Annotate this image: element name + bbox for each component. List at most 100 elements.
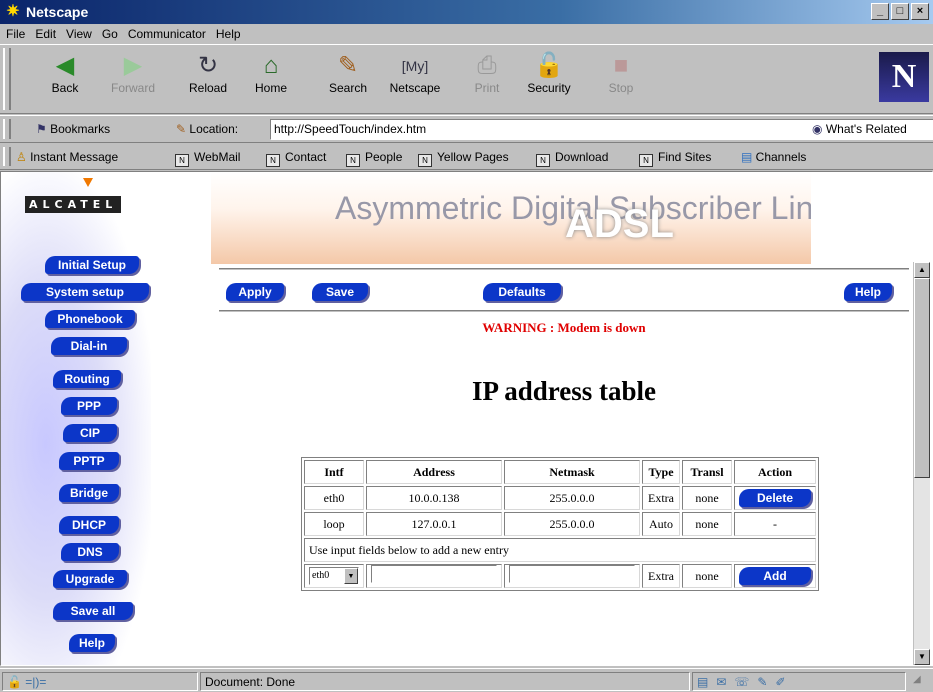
contact-link[interactable]: N Contact	[266, 150, 326, 167]
netmask-cell: 255.0.0.0	[504, 486, 640, 510]
reload-button[interactable]: ↻ Reload	[180, 51, 236, 95]
save-button[interactable]: Save	[312, 283, 368, 301]
nav-routing[interactable]: Routing	[53, 370, 121, 388]
chevron-down-icon[interactable]: ▼	[344, 568, 358, 584]
instant-message-icon: ♙	[16, 150, 31, 164]
menu-view[interactable]: View	[66, 27, 92, 41]
netscape-logo[interactable]: N	[879, 52, 929, 102]
add-button[interactable]: Add	[739, 567, 811, 585]
toolbar-grip[interactable]	[3, 147, 11, 166]
bookmark-page-icon: N	[639, 154, 653, 167]
bookmarks-button[interactable]: ⚑ Bookmarks	[36, 122, 110, 136]
component-bar: ▤✉☏✎✐	[692, 672, 906, 691]
type-cell: Auto	[642, 512, 680, 536]
forward-button[interactable]: ▶ Forward	[105, 51, 161, 95]
security-status-icon[interactable]: 🔓	[7, 675, 22, 689]
bookmark-page-icon: N	[346, 154, 360, 167]
nav-ppp[interactable]: PPP	[61, 397, 117, 415]
nav-help[interactable]: Help	[69, 634, 115, 652]
nav-upgrade[interactable]: Upgrade	[53, 570, 127, 588]
nav-bridge[interactable]: Bridge	[59, 484, 119, 502]
stop-button[interactable]: ■ Stop	[593, 51, 649, 95]
help-button[interactable]: Help	[844, 283, 892, 301]
scroll-up-icon[interactable]: ▲	[914, 262, 930, 278]
home-button[interactable]: ⌂ Home	[243, 51, 299, 95]
action-cell: Delete	[734, 486, 816, 510]
netmask-cell	[504, 564, 640, 588]
sidebar: ALCATEL Initial Setup System setup Phone…	[1, 172, 151, 665]
menu-file[interactable]: File	[6, 27, 25, 41]
menu-help[interactable]: Help	[216, 27, 241, 41]
forward-arrow-icon: ▶	[123, 52, 143, 79]
print-icon: ⎙	[477, 52, 497, 79]
resize-grip-icon[interactable]: ◢	[913, 674, 931, 692]
nav-system-setup[interactable]: System setup	[21, 283, 149, 301]
netscape-app-icon[interactable]: ✷	[4, 3, 22, 21]
scroll-down-icon[interactable]: ▼	[914, 649, 930, 665]
column-header: Transl	[682, 460, 732, 484]
close-button[interactable]: ×	[911, 3, 929, 20]
toolbar-grip[interactable]	[3, 119, 11, 139]
find-sites-link[interactable]: N Find Sites	[639, 150, 711, 167]
nav-phonebook[interactable]: Phonebook	[45, 310, 135, 328]
status-text: Document: Done	[200, 672, 690, 691]
back-button[interactable]: ◀ Back	[37, 51, 93, 95]
people-link[interactable]: N People	[346, 150, 402, 167]
location-icon: ✎	[176, 122, 190, 136]
intf-select[interactable]: eth0 ▼	[309, 567, 359, 585]
editor-icon[interactable]: ✐	[775, 675, 793, 689]
transl-cell: none	[682, 486, 732, 510]
security-button[interactable]: 🔓 Security	[521, 51, 577, 95]
banner-adsl-text: ADSL	[565, 202, 674, 246]
scroll-thumb[interactable]	[914, 278, 930, 478]
security-lock-icon: 🔓	[534, 52, 564, 79]
adsl-banner: Asymmetric Digital Subscriber Line ADSL	[211, 172, 811, 264]
vertical-scrollbar[interactable]: ▲ ▼	[913, 262, 930, 665]
nav-dhcp[interactable]: DHCP	[59, 516, 119, 534]
delete-button[interactable]: Delete	[739, 489, 811, 507]
messenger-icon[interactable]: ☏	[734, 675, 757, 689]
search-button[interactable]: ✎ Search	[320, 51, 376, 95]
menu-edit[interactable]: Edit	[35, 27, 56, 41]
minimize-button[interactable]: _	[871, 3, 889, 20]
defaults-button[interactable]: Defaults	[483, 283, 561, 301]
maximize-button[interactable]: □	[891, 3, 909, 20]
column-header: Netmask	[504, 460, 640, 484]
modem-warning: WARNING : Modem is down	[482, 320, 646, 335]
column-header: Intf	[304, 460, 364, 484]
nav-initial-setup[interactable]: Initial Setup	[45, 256, 139, 274]
location-toolbar: ⚑ Bookmarks ✎ Location: http://SpeedTouc…	[0, 115, 933, 143]
webmail-link[interactable]: N WebMail	[175, 150, 240, 167]
yellow-pages-link[interactable]: N Yellow Pages	[418, 150, 509, 167]
new-entry-row: eth0 ▼ Extra none Add	[304, 564, 816, 588]
download-link[interactable]: N Download	[536, 150, 608, 167]
navigator-icon[interactable]: ▤	[697, 675, 716, 689]
menu-go[interactable]: Go	[102, 27, 118, 41]
composer-icon[interactable]: ✎	[757, 675, 775, 689]
connection-status-icon[interactable]: =|)=	[25, 675, 46, 689]
table-row: eth0 10.0.0.138 255.0.0.0 Extra none Del…	[304, 486, 816, 510]
print-button[interactable]: ⎙ Print	[459, 51, 515, 95]
bookmark-page-icon: N	[175, 154, 189, 167]
column-header: Type	[642, 460, 680, 484]
mail-icon[interactable]: ✉	[716, 675, 734, 689]
menu-communicator[interactable]: Communicator	[128, 27, 206, 41]
instant-message-link[interactable]: ♙ Instant Message	[16, 150, 118, 164]
netscape-button[interactable]: [My] Netscape	[387, 51, 443, 95]
apply-button[interactable]: Apply	[226, 283, 284, 301]
intf-cell: eth0 ▼	[304, 564, 364, 588]
divider	[219, 310, 909, 313]
netmask-input[interactable]	[509, 565, 635, 583]
whats-related-button[interactable]: ◉ What's Related	[812, 122, 907, 136]
bookmark-page-icon: N	[266, 154, 280, 167]
nav-cip[interactable]: CIP	[63, 424, 117, 442]
nav-dns[interactable]: DNS	[61, 543, 119, 561]
nav-pptp[interactable]: PPTP	[59, 452, 119, 470]
stop-icon: ■	[613, 52, 629, 79]
nav-save-all[interactable]: Save all	[53, 602, 133, 620]
address-input[interactable]	[371, 565, 497, 583]
channels-link[interactable]: ▤ Channels	[741, 150, 806, 164]
table-header-row: Intf Address Netmask Type Transl Action	[304, 460, 816, 484]
nav-dial-in[interactable]: Dial-in	[51, 337, 127, 355]
toolbar-grip[interactable]	[3, 48, 11, 110]
